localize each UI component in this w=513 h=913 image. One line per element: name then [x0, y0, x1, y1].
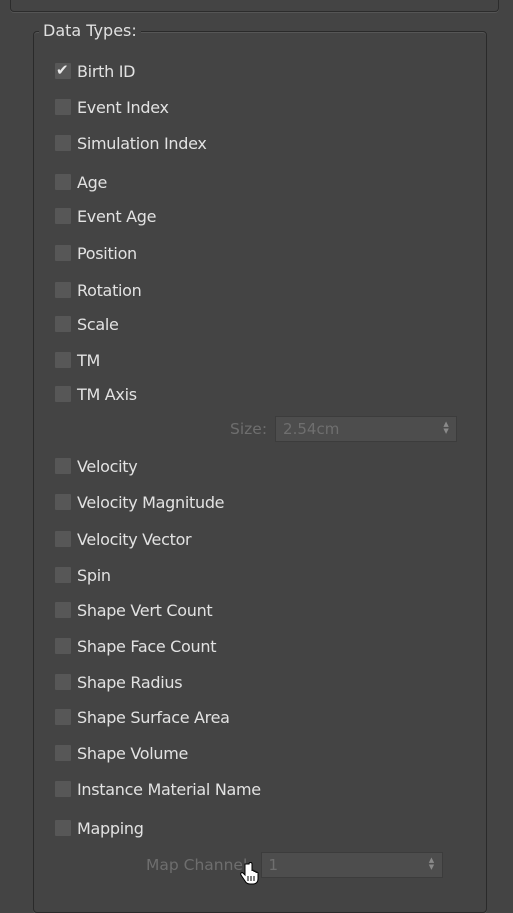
checkbox-label: Event Index [77, 97, 169, 117]
checkmark-icon: ✔ [56, 61, 69, 79]
spinner-arrows-icon[interactable]: ▲ ▼ [442, 420, 450, 436]
spinner-arrows-icon[interactable]: ▲ ▼ [428, 856, 436, 872]
checkbox-shape-face-count[interactable]: ✔ Shape Face Count [55, 636, 216, 656]
checkbox-label: Mapping [77, 818, 144, 838]
size-value[interactable]: 2.54cm [276, 420, 339, 438]
checkbox-box[interactable]: ✔ [55, 99, 71, 115]
size-spinner[interactable]: 2.54cm ▲ ▼ [275, 416, 458, 442]
checkbox-velocity-vector[interactable]: ✔ Velocity Vector [55, 529, 192, 549]
checkbox-box[interactable]: ✔ [55, 602, 71, 618]
checkbox-spin[interactable]: ✔ Spin [55, 565, 111, 585]
map-channel-value[interactable]: 1 [262, 856, 279, 874]
map-channel-label: Map Channel: [146, 856, 253, 874]
checkbox-simulation-index[interactable]: ✔ Simulation Index [55, 133, 207, 153]
checkbox-velocity[interactable]: ✔ Velocity [55, 456, 138, 476]
checkbox-tm-axis[interactable]: ✔ TM Axis [55, 384, 137, 404]
checkbox-velocity-magnitude[interactable]: ✔ Velocity Magnitude [55, 492, 225, 512]
checkbox-label: Velocity Vector [77, 529, 192, 549]
checkbox-label: Spin [77, 565, 111, 585]
checkbox-box[interactable]: ✔ [55, 674, 71, 690]
checkbox-rotation[interactable]: ✔ Rotation [55, 280, 142, 300]
checkbox-box[interactable]: ✔ [55, 386, 71, 402]
checkbox-box[interactable]: ✔ [55, 638, 71, 654]
checkbox-label: Rotation [77, 280, 142, 300]
map-channel-spinner[interactable]: 1 ▲ ▼ [260, 852, 443, 878]
map-channel-param: Map Channel: 1 ▲ ▼ [146, 852, 443, 878]
checkbox-box[interactable]: ✔ [55, 135, 71, 151]
size-label: Size: [230, 420, 268, 438]
checkbox-label: Shape Face Count [77, 636, 217, 656]
checkbox-birth-id[interactable]: ✔ Birth ID [55, 61, 135, 81]
checkbox-scale[interactable]: ✔ Scale [55, 314, 119, 334]
checkbox-box[interactable]: ✔ [55, 352, 71, 368]
checkbox-label: TM [77, 350, 100, 370]
checkbox-label: Instance Material Name [77, 779, 261, 799]
checkbox-box[interactable]: ✔ [55, 531, 71, 547]
checkbox-event-index[interactable]: ✔ Event Index [55, 97, 169, 117]
checkbox-box[interactable]: ✔ [55, 61, 71, 79]
checkbox-instance-material-name[interactable]: ✔ Instance Material Name [55, 779, 261, 799]
checkbox-box[interactable]: ✔ [55, 245, 71, 261]
checkbox-label: Shape Surface Area [77, 707, 230, 727]
checkbox-age[interactable]: ✔ Age [55, 172, 107, 192]
checkbox-shape-surface-area[interactable]: ✔ Shape Surface Area [55, 707, 230, 727]
checkbox-label: Velocity [77, 456, 138, 476]
checkbox-box[interactable]: ✔ [55, 820, 71, 836]
checkbox-box[interactable]: ✔ [55, 494, 71, 510]
hand-cursor-icon [240, 862, 259, 885]
checkbox-box[interactable]: ✔ [55, 316, 71, 332]
group-title: Data Types: [39, 22, 141, 40]
checkbox-shape-radius[interactable]: ✔ Shape Radius [55, 672, 183, 692]
checkbox-label: Position [77, 243, 137, 263]
checkbox-label: Scale [77, 314, 119, 334]
checkbox-shape-volume[interactable]: ✔ Shape Volume [55, 743, 188, 763]
size-param: Size: 2.54cm ▲ ▼ [230, 416, 458, 442]
checkbox-box[interactable]: ✔ [55, 567, 71, 583]
checkbox-box[interactable]: ✔ [55, 174, 71, 190]
checkbox-label: Shape Radius [77, 672, 183, 692]
checkbox-shape-vert-count[interactable]: ✔ Shape Vert Count [55, 600, 213, 620]
checkbox-label: TM Axis [77, 384, 137, 404]
checkbox-label: Birth ID [77, 61, 136, 81]
checkbox-mapping[interactable]: ✔ Mapping [55, 818, 144, 838]
checkbox-box[interactable]: ✔ [55, 709, 71, 725]
checkbox-box[interactable]: ✔ [55, 458, 71, 474]
checkbox-box[interactable]: ✔ [55, 781, 71, 797]
checkbox-position[interactable]: ✔ Position [55, 243, 137, 263]
checkbox-label: Shape Volume [77, 743, 189, 763]
checkbox-label: Velocity Magnitude [77, 492, 225, 512]
checkbox-tm[interactable]: ✔ TM [55, 350, 100, 370]
checkbox-label: Shape Vert Count [77, 600, 213, 620]
checkbox-label: Event Age [77, 206, 157, 226]
checkbox-box[interactable]: ✔ [55, 745, 71, 761]
checkbox-box[interactable]: ✔ [55, 282, 71, 298]
checkbox-label: Simulation Index [77, 133, 207, 153]
checkbox-label: Age [77, 172, 108, 192]
checkbox-event-age[interactable]: ✔ Event Age [55, 206, 156, 226]
checkbox-box[interactable]: ✔ [55, 208, 71, 224]
previous-rollout-frame [10, 0, 499, 12]
